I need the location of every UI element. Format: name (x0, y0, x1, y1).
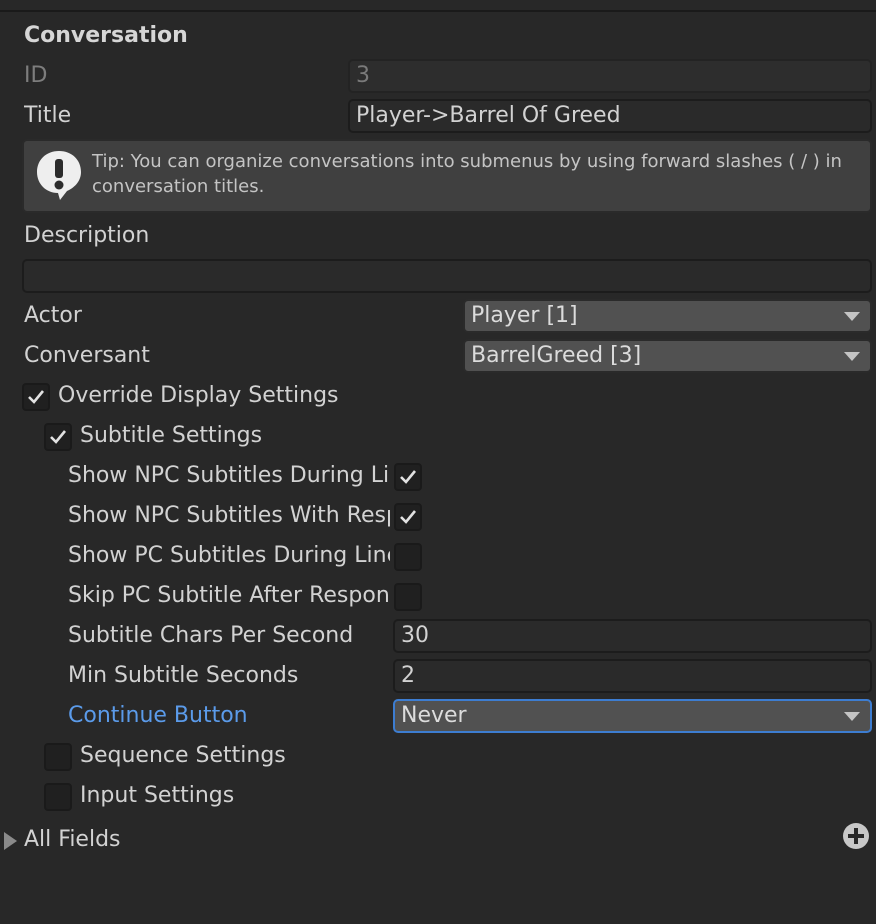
actor-dropdown[interactable]: Player [1] (463, 299, 872, 333)
section-title: Conversation (24, 23, 188, 48)
all-fields-label[interactable]: All Fields (24, 822, 121, 858)
continue-button-value: Never (401, 703, 467, 728)
show-pc-during-line-checkbox[interactable] (394, 543, 422, 571)
conversant-label: Conversant (24, 343, 150, 368)
skip-pc-after-response-label: Skip PC Subtitle After Response Menu (68, 583, 390, 608)
dropdown-arrow-icon (844, 712, 860, 721)
sequence-settings-checkbox[interactable] (44, 743, 72, 771)
actor-value: Player [1] (471, 303, 578, 328)
description-field[interactable] (22, 259, 872, 293)
checkmark-icon (28, 390, 45, 404)
dropdown-arrow-icon (844, 312, 860, 321)
show-npc-during-line-checkbox[interactable] (394, 463, 422, 491)
conversant-dropdown[interactable]: BarrelGreed [3] (463, 339, 872, 373)
show-npc-with-responses-checkbox[interactable] (394, 503, 422, 531)
continue-button-dropdown[interactable]: Never (393, 699, 872, 733)
subtitle-settings-checkbox[interactable] (44, 423, 72, 451)
subtitle-settings-label[interactable]: Subtitle Settings (80, 418, 262, 454)
checkmark-icon (400, 470, 417, 484)
tip-helpbox: Tip: You can organize conversations into… (22, 139, 872, 213)
chars-per-second-field[interactable]: 30 (393, 619, 872, 653)
title-label: Title (24, 103, 72, 128)
title-field[interactable]: Player->Barrel Of Greed (348, 99, 872, 133)
warning-icon (34, 148, 84, 206)
dropdown-arrow-icon (844, 352, 860, 361)
override-display-checkbox[interactable] (22, 383, 50, 411)
id-label: ID (24, 63, 48, 88)
input-settings-label[interactable]: Input Settings (80, 778, 234, 814)
min-seconds-field[interactable]: 2 (393, 659, 872, 693)
show-npc-with-responses-label: Show NPC Subtitles With Responses (68, 503, 390, 528)
checkmark-icon (400, 510, 417, 524)
chars-per-second-label: Subtitle Chars Per Second (68, 623, 354, 648)
tip-text: Tip: You can organize conversations into… (92, 151, 842, 197)
sequence-settings-label[interactable]: Sequence Settings (80, 738, 286, 774)
conversant-value: BarrelGreed [3] (471, 343, 642, 368)
actor-label: Actor (24, 303, 82, 328)
add-field-icon[interactable] (842, 822, 870, 854)
description-label: Description (24, 223, 150, 248)
override-display-label[interactable]: Override Display Settings (58, 378, 339, 414)
min-seconds-label: Min Subtitle Seconds (68, 663, 299, 688)
id-field: 3 (348, 59, 872, 93)
foldout-arrow-icon[interactable] (2, 831, 18, 855)
top-divider (0, 10, 876, 12)
checkmark-icon (50, 430, 67, 444)
show-pc-during-line-label: Show PC Subtitles During Line (68, 543, 390, 568)
skip-pc-after-response-checkbox[interactable] (394, 583, 422, 611)
input-settings-checkbox[interactable] (44, 783, 72, 811)
continue-button-label: Continue Button (68, 703, 248, 728)
show-npc-during-line-label: Show NPC Subtitles During Line (68, 463, 390, 488)
